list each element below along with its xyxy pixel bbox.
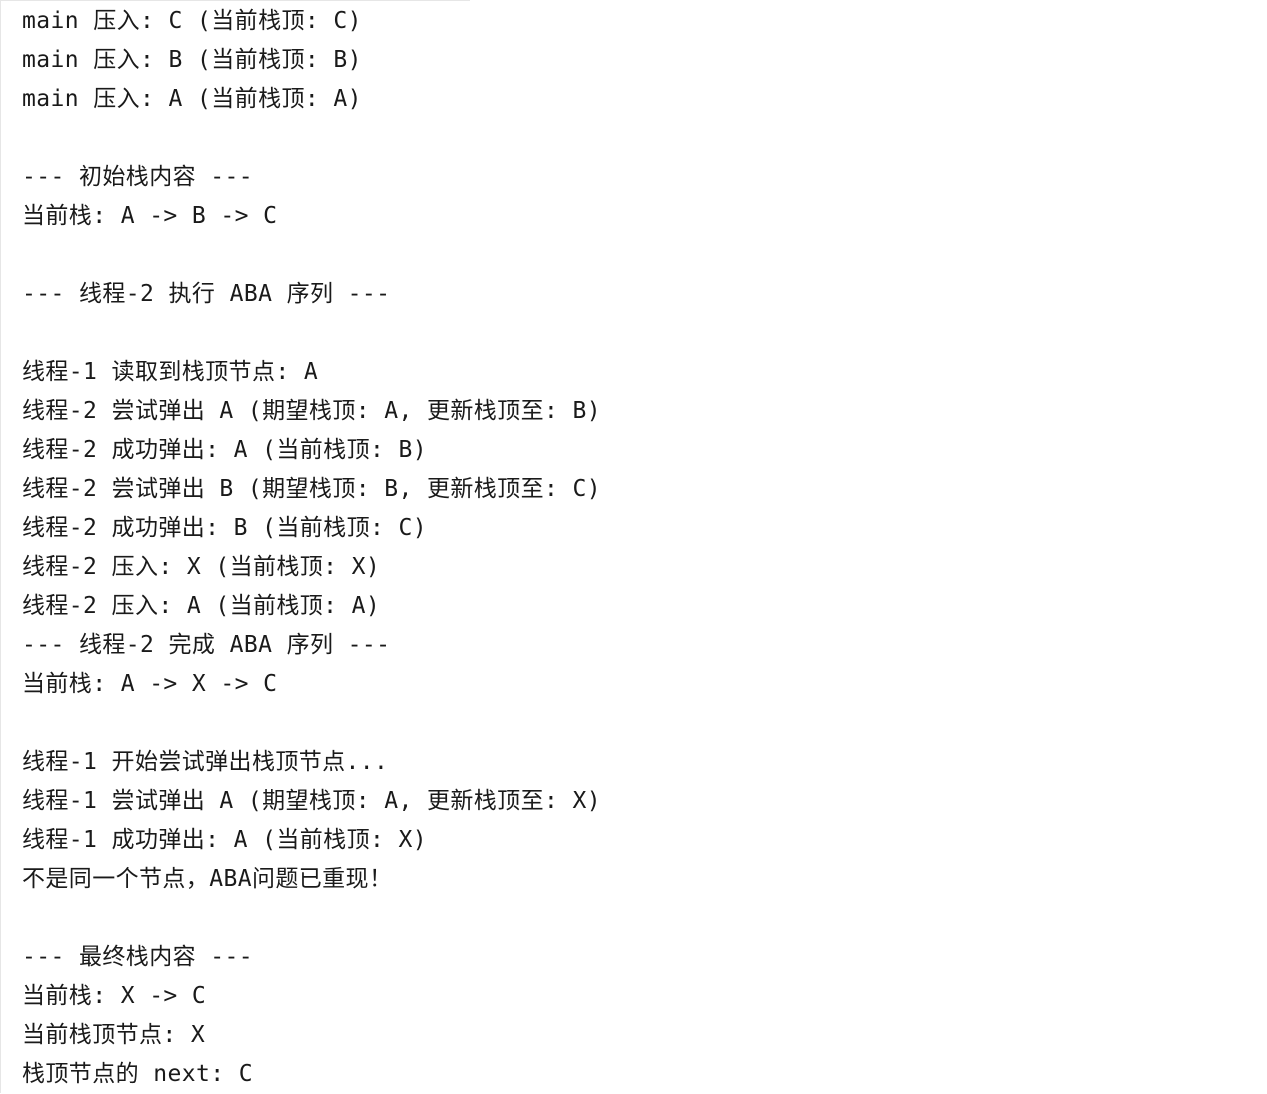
console-line: 线程-1 读取到栈顶节点: A bbox=[22, 359, 319, 385]
console-line: 当前栈顶节点: X bbox=[22, 1022, 206, 1048]
console-line: 线程-2 压入: A (当前栈顶: A) bbox=[22, 593, 381, 619]
console-line: main 压入: B (当前栈顶: B) bbox=[22, 47, 362, 73]
console-line: 不是同一个节点，ABA问题已重现！ bbox=[22, 866, 393, 892]
console-line: 当前栈: A -> X -> C bbox=[22, 671, 278, 697]
console-line: 线程-2 成功弹出: A (当前栈顶: B) bbox=[22, 437, 427, 463]
console-line: 当前栈: A -> B -> C bbox=[22, 203, 278, 229]
console-lines: main 压入: C (当前栈顶: C) main 压入: B (当前栈顶: B… bbox=[22, 2, 601, 1094]
console-line: main 压入: C (当前栈顶: C) bbox=[22, 8, 362, 34]
console-line: --- 最终栈内容 --- bbox=[22, 944, 253, 970]
console-line: --- 线程-2 完成 ABA 序列 --- bbox=[22, 632, 391, 658]
console-line: 线程-1 成功弹出: A (当前栈顶: X) bbox=[22, 827, 427, 853]
console-line: 线程-1 尝试弹出 A (期望栈顶: A, 更新栈顶至: X) bbox=[22, 788, 601, 814]
console-line: 栈顶节点的 next: C bbox=[22, 1061, 253, 1087]
console-line: 线程-2 尝试弹出 A (期望栈顶: A, 更新栈顶至: B) bbox=[22, 398, 601, 424]
console-line: 线程-2 尝试弹出 B (期望栈顶: B, 更新栈顶至: C) bbox=[22, 476, 601, 502]
console-line: 线程-2 压入: X (当前栈顶: X) bbox=[22, 554, 381, 580]
console-line: --- 初始栈内容 --- bbox=[22, 164, 253, 190]
console-line: 线程-1 开始尝试弹出栈顶节点... bbox=[22, 749, 389, 775]
console-line: main 压入: A (当前栈顶: A) bbox=[22, 86, 362, 112]
console-line: --- 线程-2 执行 ABA 序列 --- bbox=[22, 281, 391, 307]
console-output-panel: main 压入: C (当前栈顶: C) main 压入: B (当前栈顶: B… bbox=[0, 0, 1267, 1093]
console-line: 当前栈: X -> C bbox=[22, 983, 207, 1009]
console-line: 线程-2 成功弹出: B (当前栈顶: C) bbox=[22, 515, 427, 541]
panel-left-border bbox=[0, 0, 1, 1093]
panel-top-border bbox=[0, 0, 470, 1]
